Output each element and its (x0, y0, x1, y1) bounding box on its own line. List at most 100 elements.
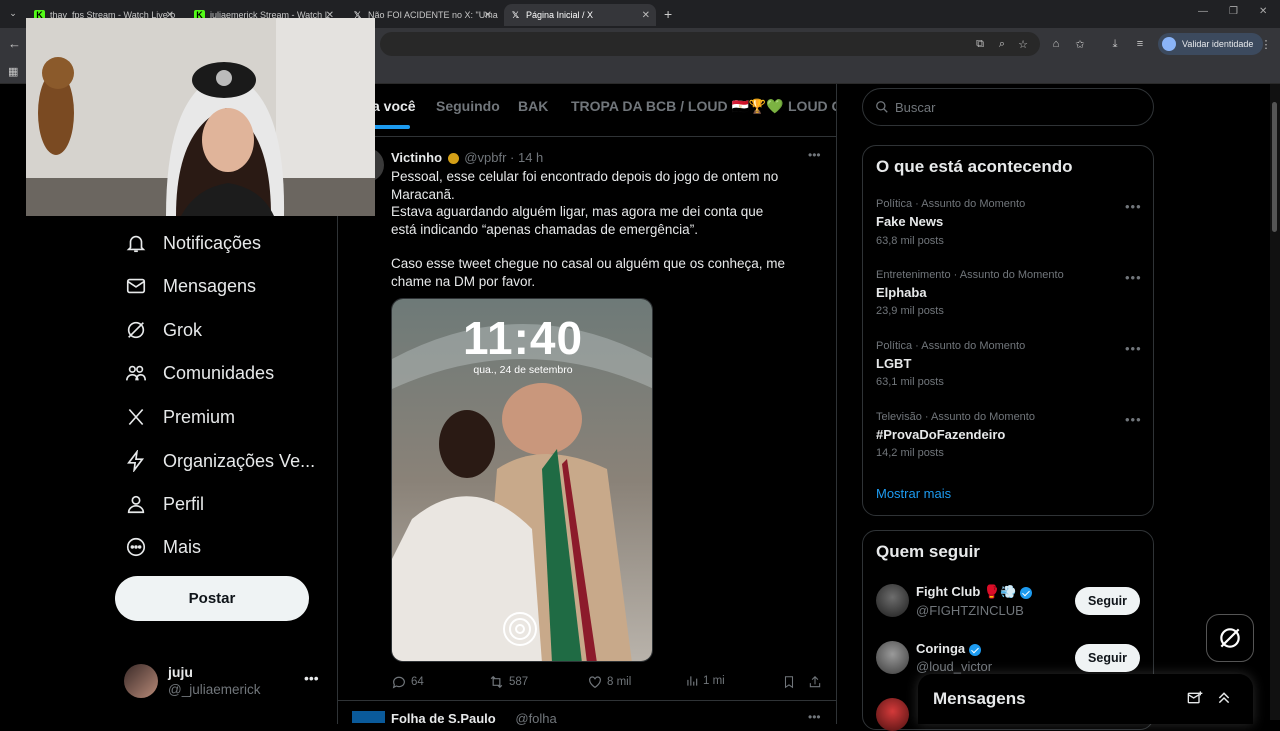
search-icon (876, 101, 888, 113)
repost-count: 587 (509, 676, 529, 688)
validate-identity-label: Validar identidade (1182, 39, 1254, 49)
expand-up-icon (1218, 692, 1230, 704)
more-dots-icon[interactable]: ••• (304, 670, 319, 686)
nav-communities[interactable]: Comunidades (124, 358, 274, 388)
account-name: juju (168, 664, 193, 680)
tweet-handle[interactable]: @vpbfr (464, 150, 506, 165)
search-input[interactable]: Buscar (862, 88, 1154, 126)
reply-icon (392, 676, 405, 689)
like-count: 8 mil (607, 676, 632, 688)
profile-avatar-icon (1162, 37, 1176, 51)
follow-button[interactable]: Seguir (1075, 587, 1140, 615)
window-close-button[interactable]: ✕ (1259, 6, 1267, 17)
show-more-link[interactable]: Mostrar mais (876, 486, 951, 501)
cast-icon[interactable]: ⧉ (973, 37, 987, 51)
new-tab-button[interactable]: + (664, 6, 672, 22)
suggestion-name: Coringa (916, 641, 982, 656)
tweet-image[interactable]: 11:40 qua., 24 de setembro (391, 298, 653, 662)
reply-button[interactable]: 64 (391, 674, 424, 690)
more-dots-icon[interactable]: ••• (808, 148, 821, 162)
trend-name: LGBT (876, 356, 912, 371)
validate-identity-button[interactable]: Validar identidade (1158, 33, 1264, 55)
bookmark-star-icon[interactable]: ☆ (1016, 37, 1030, 51)
page-scrollbar[interactable] (1270, 84, 1280, 720)
nav-label: Grok (163, 319, 203, 340)
post-button[interactable]: Postar (115, 576, 309, 621)
tweet-header: Folha de S.Paulo @folha (391, 711, 557, 726)
tab-tropa-bcb-loud[interactable]: TROPA DA BCB / LOUD 🇪🇬🏆💚 (571, 98, 784, 115)
account-handle: @_juliaemerick (168, 682, 261, 697)
nav-grok[interactable]: Grok (124, 315, 202, 345)
maximize-button[interactable]: ❐ (1229, 6, 1238, 17)
close-icon[interactable]: ✕ (484, 10, 492, 21)
nav-profile[interactable]: Perfil (124, 489, 204, 519)
share-button[interactable] (808, 674, 822, 690)
nav-label: Mais (163, 536, 202, 557)
nav-label: Notificações (163, 232, 262, 253)
url-field[interactable] (380, 32, 1040, 56)
suggestion-handle: @loud_victor (916, 659, 993, 674)
trends-title: O que está acontecendo (876, 157, 1073, 176)
more-dots-icon[interactable]: ••• (1125, 412, 1142, 427)
views-count: 1 mi (703, 675, 725, 687)
more-dots-icon[interactable]: ••• (1125, 199, 1142, 214)
follow-button[interactable]: Seguir (1075, 644, 1140, 672)
scrollbar-thumb[interactable] (1272, 102, 1277, 232)
bookmark-icon (784, 676, 794, 689)
repost-icon (490, 675, 503, 689)
grok-floating-button[interactable] (1206, 614, 1254, 662)
tab-following[interactable]: Seguindo (436, 98, 500, 114)
active-tab-indicator (372, 125, 410, 129)
apps-grid-icon[interactable]: ▦ (8, 65, 18, 78)
tweet-handle[interactable]: @folha (515, 711, 556, 726)
tab-for-you[interactable]: a você (372, 98, 416, 114)
more-dots-icon[interactable]: ••• (808, 710, 821, 724)
lock-screen-time: 11:40 (462, 312, 584, 364)
grok-icon (124, 318, 148, 342)
bookmark-button[interactable] (782, 674, 796, 690)
browser-tab-active[interactable]: 𝕏 Página Inicial / X ✕ (504, 4, 656, 26)
nav-more[interactable]: Mais (124, 532, 201, 562)
zoom-icon[interactable]: ⌕ (995, 37, 1009, 51)
new-message-icon (1187, 691, 1203, 704)
download-icon[interactable]: ⤓ (1108, 37, 1122, 51)
tweet-time[interactable]: · 14 h (510, 150, 543, 165)
nav-notifications[interactable]: Notificações (124, 228, 261, 258)
more-dots-icon[interactable]: ••• (1125, 270, 1142, 285)
avatar (124, 664, 158, 698)
close-icon[interactable]: ✕ (642, 10, 650, 21)
tab-search-icon[interactable]: ⌄ (6, 8, 20, 20)
more-circle-icon (124, 535, 148, 559)
trend-count: 63,8 mil posts (876, 235, 944, 247)
tweet-author[interactable]: Victinho (391, 150, 442, 165)
search-placeholder: Buscar (895, 99, 936, 115)
reading-list-icon[interactable]: ≡ (1133, 37, 1147, 51)
tweet-text-paragraph: Pessoal, esse celular foi encontrado dep… (391, 169, 779, 202)
who-to-follow-title: Quem seguir (876, 542, 980, 561)
like-button[interactable]: 8 mil (587, 674, 631, 690)
nav-verified-orgs[interactable]: Organizações Ve... (124, 446, 315, 476)
x-logo-icon (124, 405, 148, 429)
minimize-button[interactable]: — (1198, 6, 1208, 17)
tab-bak[interactable]: BAK (518, 98, 548, 114)
trend-count: 23,9 mil posts (876, 305, 944, 317)
tweet-text-paragraph: Caso esse tweet chegue no casal ou algué… (391, 256, 785, 289)
tab-loud-co[interactable]: LOUD Co (788, 98, 836, 114)
nav-premium[interactable]: Premium (124, 402, 235, 432)
menu-dots-icon[interactable]: ⋮ (1259, 37, 1273, 51)
account-switcher[interactable]: juju @_juliaemerick ••• (122, 660, 327, 704)
extension-icon[interactable]: ⌂ (1049, 37, 1063, 51)
views-button[interactable]: 1 mi (685, 674, 725, 688)
verified-badge-icon (447, 153, 459, 165)
avatar (352, 711, 385, 723)
messages-drawer[interactable]: Mensagens (918, 674, 1253, 724)
x-icon: 𝕏 (511, 9, 520, 20)
more-dots-icon[interactable]: ••• (1125, 341, 1142, 356)
repost-button[interactable]: 587 (488, 674, 528, 690)
back-icon[interactable]: ← (8, 36, 21, 51)
favorites-icon[interactable]: ✩ (1073, 37, 1087, 51)
nav-messages[interactable]: Mensagens (124, 271, 256, 301)
bell-icon (124, 231, 148, 255)
tweet-author[interactable]: Folha de S.Paulo (391, 711, 496, 726)
share-icon (809, 676, 821, 688)
